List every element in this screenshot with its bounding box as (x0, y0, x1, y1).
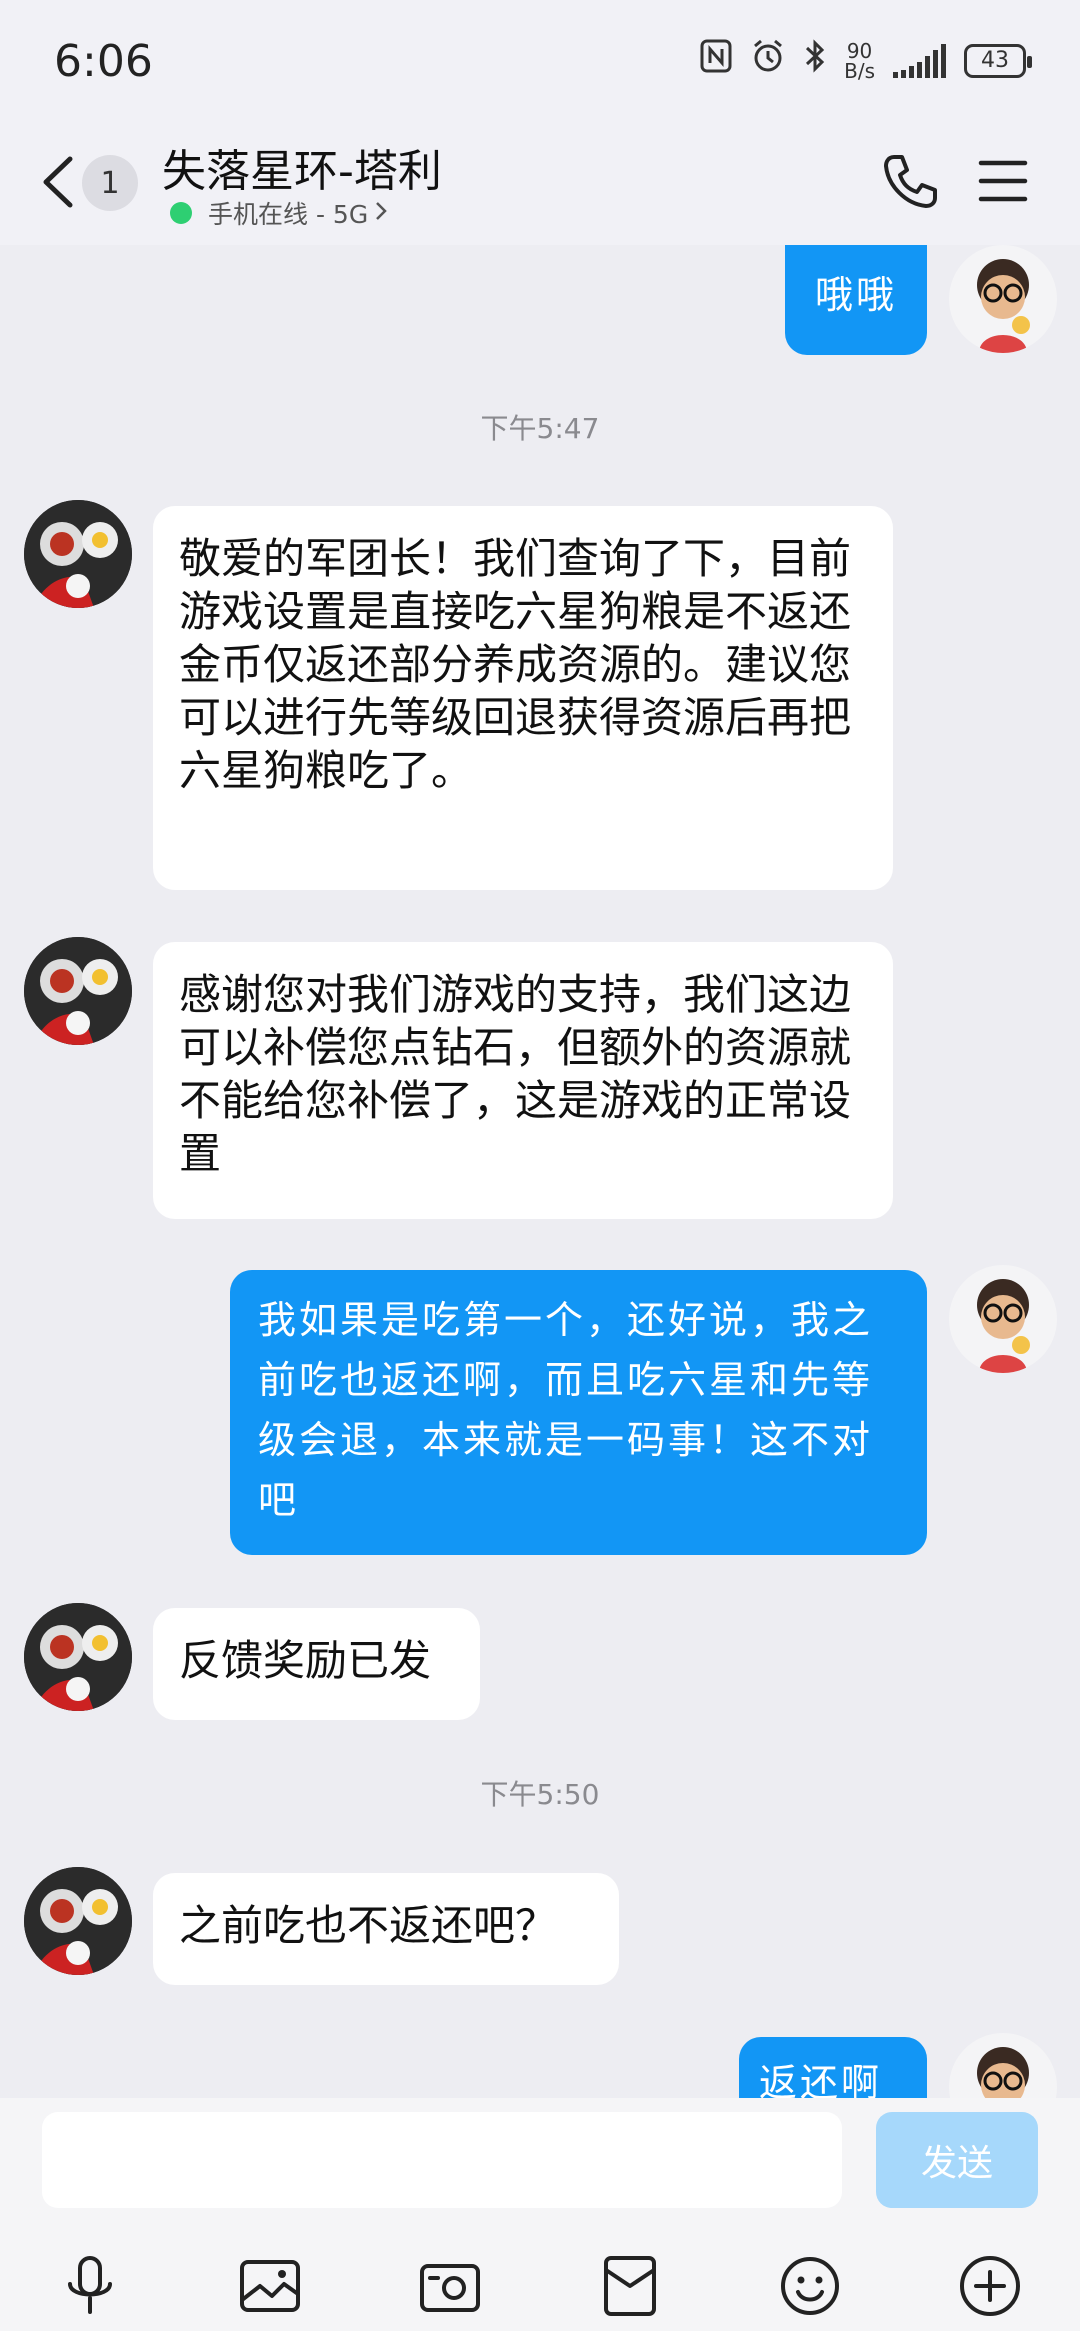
red-packet-button[interactable] (592, 2248, 668, 2324)
battery-icon: 43 (964, 43, 1032, 78)
camera-icon (420, 2264, 480, 2312)
hamburger-icon (978, 160, 1028, 202)
network-speed: 90 B/s (844, 38, 875, 83)
message-bubble-outgoing[interactable]: 我如果是吃第一个，还好说，我之前吃也返还啊，而且吃六星和先等级会退，本来就是一码… (230, 1270, 927, 1555)
message-bubble-incoming[interactable]: 敬爱的军团长！我们查询了下，目前游戏设置是直接吃六星狗粮是不返还金币仅返还部分养… (153, 506, 893, 890)
avatar[interactable] (949, 245, 1057, 353)
message-input[interactable] (42, 2112, 842, 2208)
avatar[interactable] (24, 500, 132, 608)
nfc-icon (700, 39, 732, 82)
timestamp: 下午5:47 (480, 412, 600, 445)
status-time: 6:06 (54, 36, 153, 87)
avatar[interactable] (24, 1867, 132, 1975)
contact-name[interactable]: 失落星环-塔利 (162, 135, 442, 199)
bluetooth-icon (804, 38, 826, 83)
send-button[interactable]: 发送 (876, 2112, 1038, 2208)
message-bubble-incoming[interactable]: 感谢您对我们游戏的支持，我们这边可以补偿您点钻石，但额外的资源就不能给您补偿了，… (153, 942, 893, 1219)
status-bar: 6:06 90 B/s 43 (0, 0, 1080, 125)
online-status[interactable]: 手机在线 - 5G (170, 195, 388, 231)
message-bubble-incoming[interactable]: 之前吃也不返还吧？ (153, 1873, 619, 1985)
avatar[interactable] (949, 2033, 1057, 2098)
phone-icon (884, 155, 937, 208)
menu-button[interactable] (978, 155, 1028, 207)
emoji-button[interactable] (772, 2248, 848, 2324)
online-dot-icon (170, 202, 192, 224)
plus-icon (960, 2256, 1020, 2316)
message-list[interactable]: 哦哦 下午5:47 敬爱的军团长！我们查询了下，目前游戏设置是直接吃六星狗粮是不… (0, 245, 1080, 2098)
image-icon (240, 2260, 300, 2312)
chat-header: 1 失落星环-塔利 手机在线 - 5G (0, 125, 1080, 245)
camera-button[interactable] (412, 2248, 488, 2324)
avatar[interactable] (24, 937, 132, 1045)
call-button[interactable] (880, 151, 940, 211)
image-button[interactable] (232, 2248, 308, 2324)
voice-button[interactable] (52, 2248, 128, 2324)
red-packet-icon (604, 2256, 656, 2316)
chevron-right-icon (374, 199, 388, 228)
more-button[interactable] (952, 2248, 1028, 2324)
timestamp: 下午5:50 (480, 1778, 600, 1811)
message-bubble-outgoing[interactable]: 返还啊 (739, 2037, 927, 2098)
message-bubble-incoming[interactable]: 反馈奖励已发 (153, 1608, 480, 1720)
avatar[interactable] (949, 1265, 1057, 1373)
message-bubble-outgoing[interactable]: 哦哦 (785, 245, 927, 355)
unread-count-badge[interactable]: 1 (82, 155, 138, 211)
chevron-left-icon (43, 156, 73, 208)
composer: 发送 (0, 2098, 1080, 2331)
signal-icon (893, 43, 946, 78)
emoji-icon (781, 2257, 839, 2315)
status-icons: 90 B/s 43 (700, 38, 1032, 83)
microphone-icon (68, 2256, 112, 2314)
alarm-icon (750, 38, 786, 83)
avatar[interactable] (24, 1603, 132, 1711)
back-button[interactable] (34, 147, 84, 217)
